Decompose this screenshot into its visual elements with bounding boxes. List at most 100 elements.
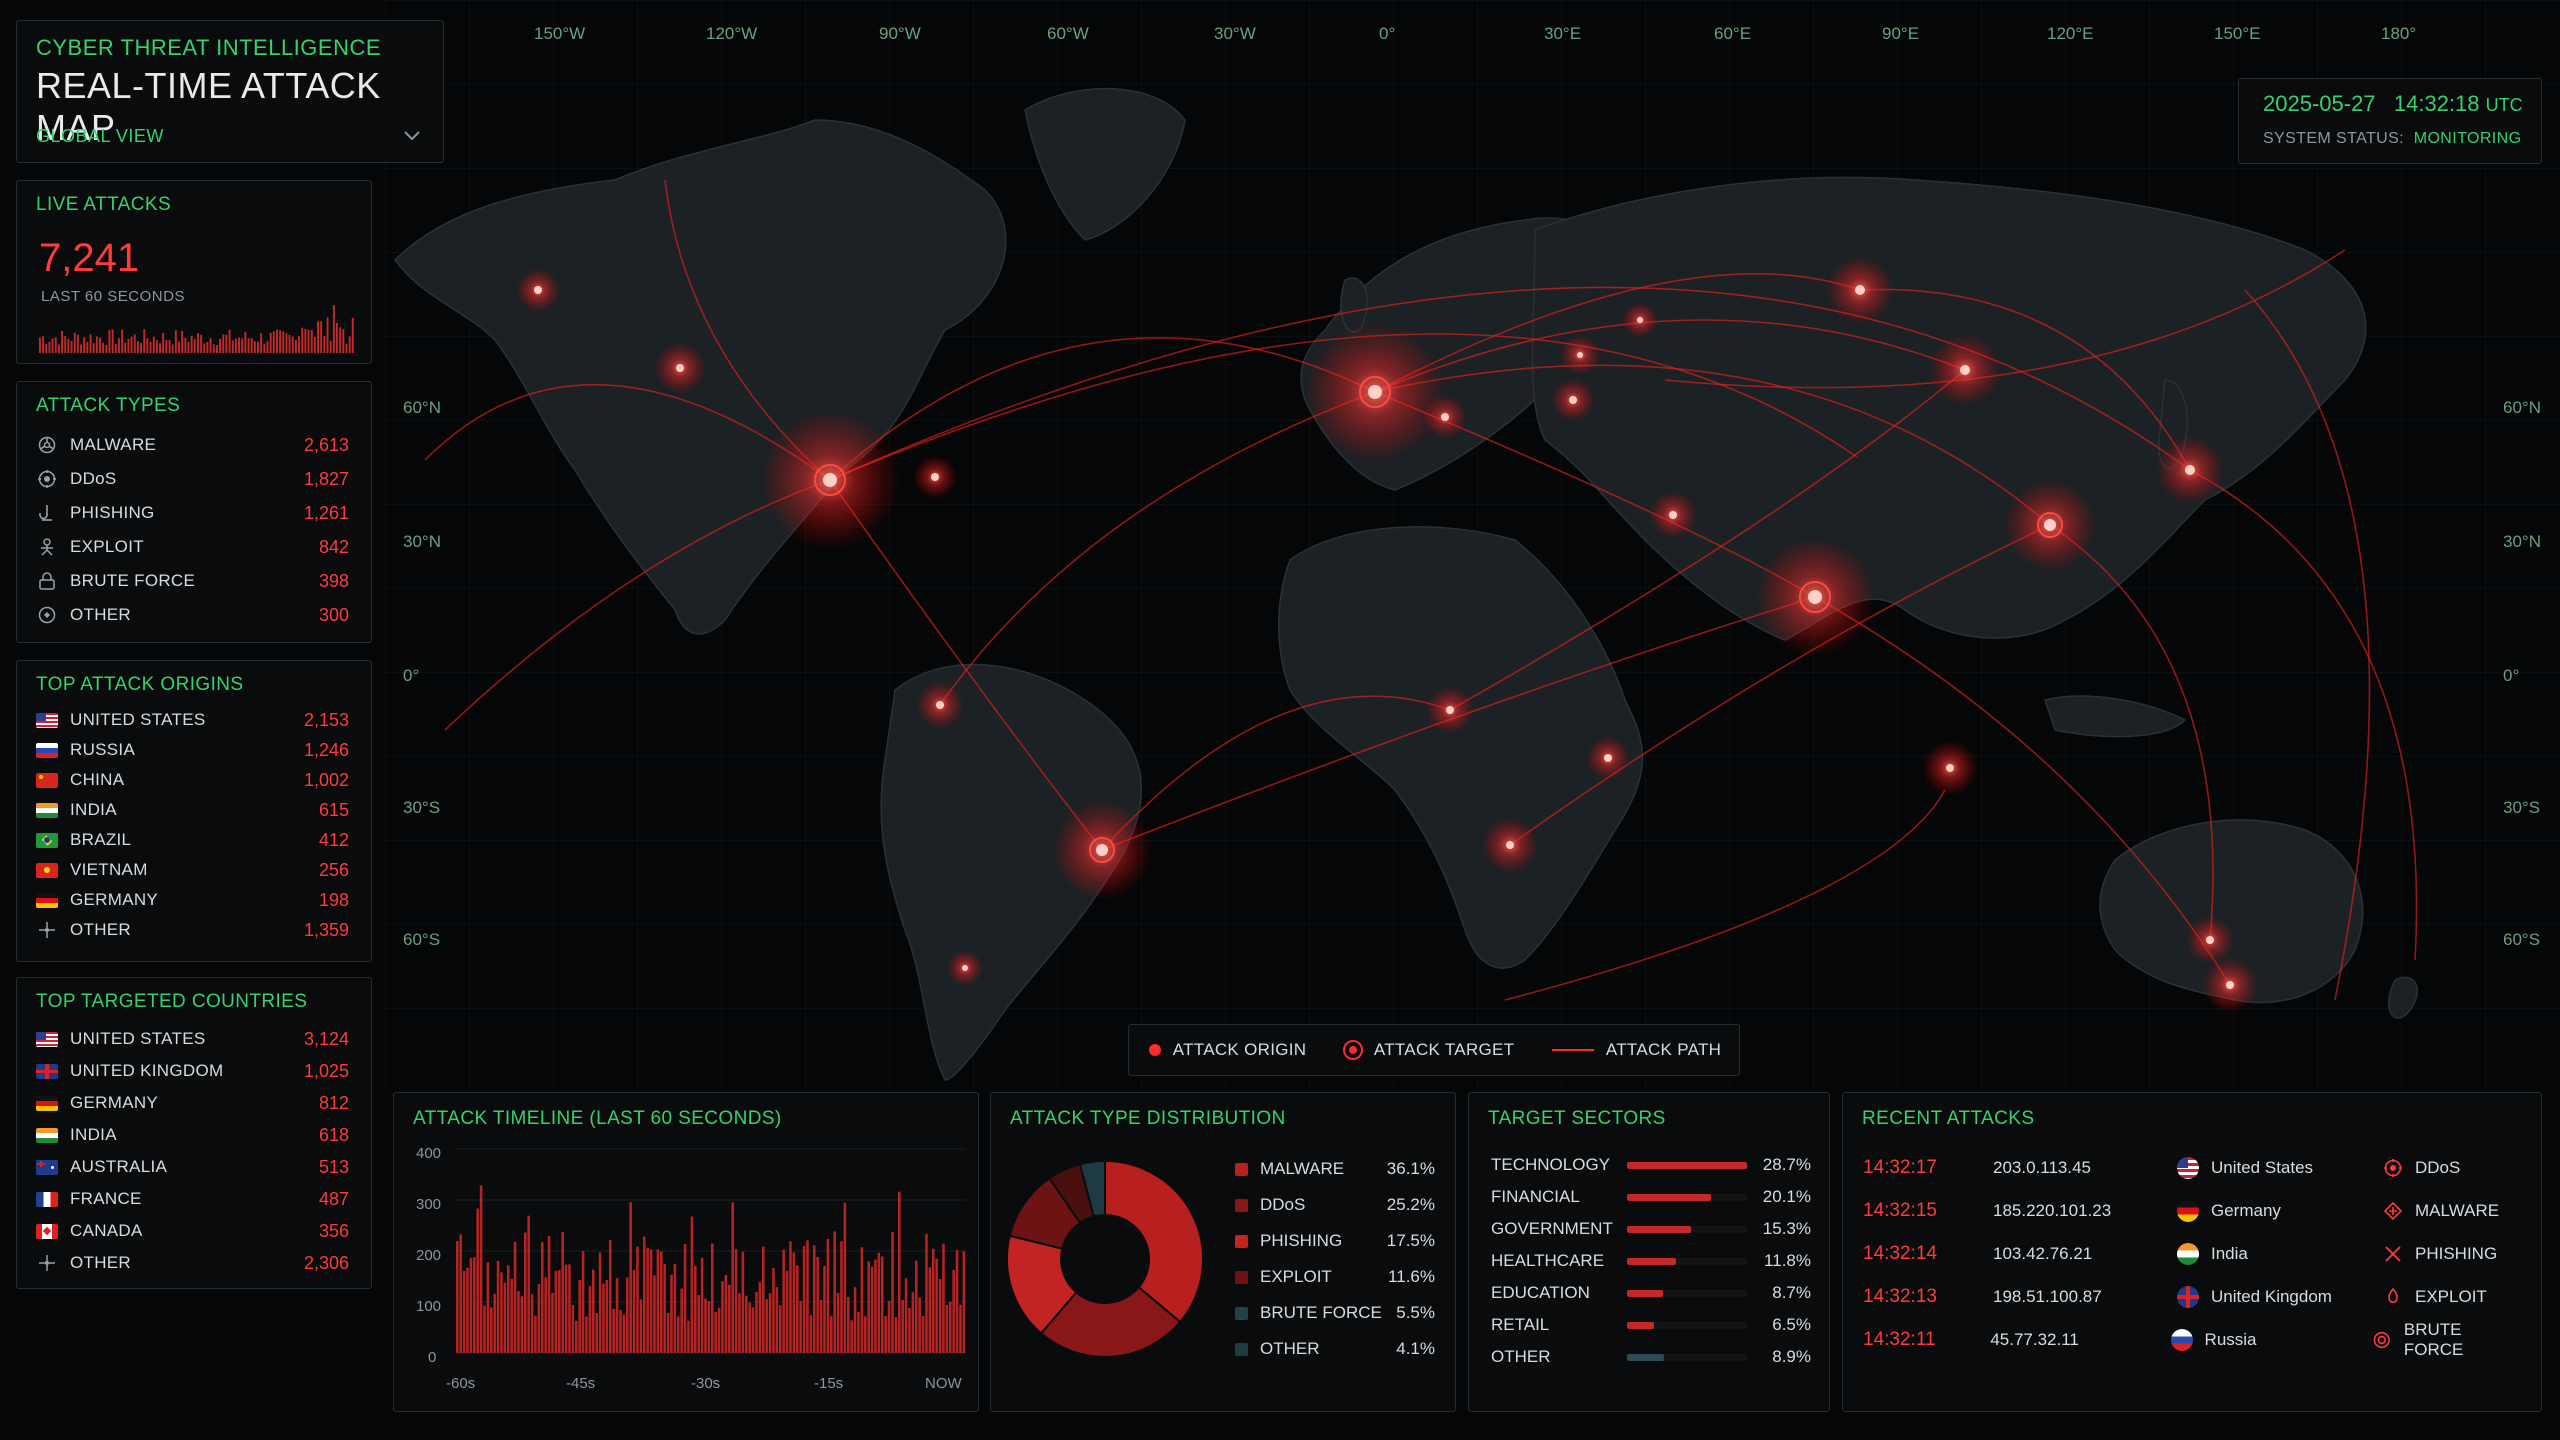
timeline-bar: [894, 1317, 898, 1353]
sector-bar-fill: [1627, 1161, 1747, 1169]
target-row[interactable]: UNITED STATES 3,124: [36, 1024, 349, 1054]
attack-time: 14:32:17: [1863, 1157, 1937, 1178]
panel-title: TOP TARGETED COUNTRIES: [36, 991, 308, 1012]
target-count: 812: [318, 1092, 349, 1113]
uk-flag-icon: [2177, 1286, 2199, 1308]
target-row[interactable]: CANADA 356: [36, 1216, 349, 1246]
sparkline-bar: [342, 329, 345, 353]
target-label: UNITED STATES: [70, 1029, 206, 1048]
recent-attack-row[interactable]: 14:32:15 185.220.101.23 Germany MALWARE: [1863, 1196, 2523, 1226]
longitude-label: 30°E: [1544, 24, 1582, 43]
timeline-bar: [602, 1283, 605, 1353]
attack-country: India: [2211, 1244, 2248, 1263]
clock-panel: 2025-05-27 14:32:18 UTC SYSTEM STATUS: M…: [2238, 78, 2542, 164]
target-sectors-panel: TARGET SECTORS TECHNOLOGY 28.7% FINANCIAL…: [1468, 1092, 1830, 1412]
recent-attack-row[interactable]: 14:32:13 198.51.100.87 United Kingdom EX…: [1863, 1282, 2523, 1312]
sparkline-bar: [58, 344, 60, 353]
timeline-bar: [496, 1260, 500, 1353]
timeline-bar: [605, 1279, 609, 1353]
target-row[interactable]: INDIA 618: [36, 1120, 349, 1150]
sector-row: HEALTHCARE 11.8%: [1491, 1247, 1811, 1275]
timeline-bar: [585, 1316, 588, 1353]
timeline-bar: [612, 1308, 615, 1353]
sparkline-bar: [282, 331, 285, 353]
sparkline-bar: [200, 334, 203, 353]
sparkline-bar: [174, 330, 177, 353]
chevron-down-icon[interactable]: [401, 125, 423, 147]
sparkline-bar: [272, 331, 275, 353]
sparkline-bar: [124, 342, 127, 353]
attack-type-row[interactable]: PHISHING 1,261: [36, 498, 349, 528]
india-flag-icon: [36, 1127, 58, 1143]
timeline-bar: [530, 1294, 534, 1353]
attack-type-count: 1,261: [303, 502, 349, 523]
sector-bar: [1627, 1353, 1747, 1361]
target-row[interactable]: OTHER 2,306: [36, 1248, 349, 1278]
attack-type-row[interactable]: OTHER 300: [36, 600, 349, 630]
attack-type-row[interactable]: BRUTE FORCE 398: [36, 566, 349, 596]
timeline-bar: [877, 1252, 881, 1353]
attack-type-row[interactable]: EXPLOIT 842: [36, 532, 349, 562]
origin-row[interactable]: BRAZIL 412: [36, 825, 349, 855]
sparkline-bar: [288, 335, 291, 353]
target-label: CANADA: [70, 1221, 143, 1240]
timeline-bar: [891, 1231, 894, 1353]
sparkline-bar: [244, 331, 247, 353]
origin-row[interactable]: UNITED STATES 2,153: [36, 705, 349, 735]
origin-row[interactable]: VIETNAM 256: [36, 855, 349, 885]
recent-attack-row[interactable]: 14:32:11 45.77.32.11 Russia BRUTE FORCE: [1863, 1320, 2523, 1359]
attack-type: MALWARE: [2415, 1201, 2500, 1220]
timeline-bar: [524, 1232, 527, 1353]
sparkline-bar: [165, 339, 168, 353]
target-row[interactable]: AUSTRALIA 513: [36, 1152, 349, 1182]
timeline-bar: [731, 1202, 734, 1353]
timeline-bar: [830, 1316, 833, 1353]
origin-label: OTHER: [70, 920, 131, 939]
sector-pct: 28.7%: [1762, 1155, 1811, 1174]
target-row[interactable]: UNITED KINGDOM 1,025: [36, 1056, 349, 1086]
us-flag-icon: [36, 1031, 58, 1047]
sparkline-bar: [301, 327, 304, 353]
target-row[interactable]: FRANCE 487: [36, 1184, 349, 1214]
recent-attack-row[interactable]: 14:32:17 203.0.113.45 United States DDoS: [1863, 1153, 2523, 1183]
sparkline-bar: [168, 339, 171, 353]
origin-row[interactable]: RUSSIA 1,246: [36, 735, 349, 765]
sector-bar: [1627, 1161, 1747, 1169]
live-attacks-panel: LIVE ATTACKS 7,241 LAST 60 SECONDS: [16, 180, 372, 364]
origin-dot-icon: [1148, 1044, 1161, 1056]
crosshair-icon: [36, 1252, 58, 1274]
sparkline-bar: [197, 333, 199, 353]
sector-label: TECHNOLOGY: [1491, 1155, 1611, 1174]
sparkline-bar: [190, 335, 193, 353]
timeline-bar: [673, 1263, 677, 1353]
recent-attack-row[interactable]: 14:32:14 103.42.76.21 India PHISHING: [1863, 1239, 2523, 1269]
timeline-bar: [683, 1243, 687, 1353]
target-row[interactable]: GERMANY 812: [36, 1088, 349, 1118]
origin-row[interactable]: OTHER 1,359: [36, 915, 349, 945]
sparkline-bar: [48, 341, 51, 353]
biohazard-icon: [36, 434, 58, 456]
origin-row[interactable]: GERMANY 198: [36, 885, 349, 915]
origin-row[interactable]: CHINA 1,002: [36, 765, 349, 795]
timeline-bar: [962, 1251, 966, 1353]
germany-flag-icon: [36, 1095, 58, 1111]
recent-attacks-panel: RECENT ATTACKS 14:32:17 203.0.113.45 Uni…: [1842, 1092, 2542, 1412]
sparkline-bar: [212, 344, 215, 353]
origin-row[interactable]: INDIA 615: [36, 795, 349, 825]
attack-type-row[interactable]: MALWARE 2,613: [36, 430, 349, 460]
sparkline-bar: [39, 337, 41, 353]
timeline-bar: [462, 1270, 466, 1353]
timeline-bar: [670, 1274, 673, 1353]
timeline-bar: [945, 1304, 949, 1353]
timeline-bar: [707, 1301, 711, 1353]
top-origins-panel: TOP ATTACK ORIGINS UNITED STATES 2,153 R…: [16, 660, 372, 962]
attack-type-row[interactable]: DDoS 1,827: [36, 464, 349, 494]
sector-row: OTHER 8.9%: [1491, 1343, 1811, 1371]
timeline-bar: [510, 1278, 513, 1353]
panel-title: ATTACK TIMELINE (LAST 60 SECONDS): [413, 1108, 782, 1129]
world-attack-map[interactable]: 150°W 120°W 90°W 60°W 30°W 0° 30°E 60°E 90°E 120°…: [385, 0, 2560, 1090]
time: 14:32:18: [2393, 91, 2480, 116]
timeline-bar: [836, 1293, 840, 1353]
view-selector-label[interactable]: GLOBAL VIEW: [36, 126, 164, 147]
sparkline-bar: [336, 323, 338, 353]
